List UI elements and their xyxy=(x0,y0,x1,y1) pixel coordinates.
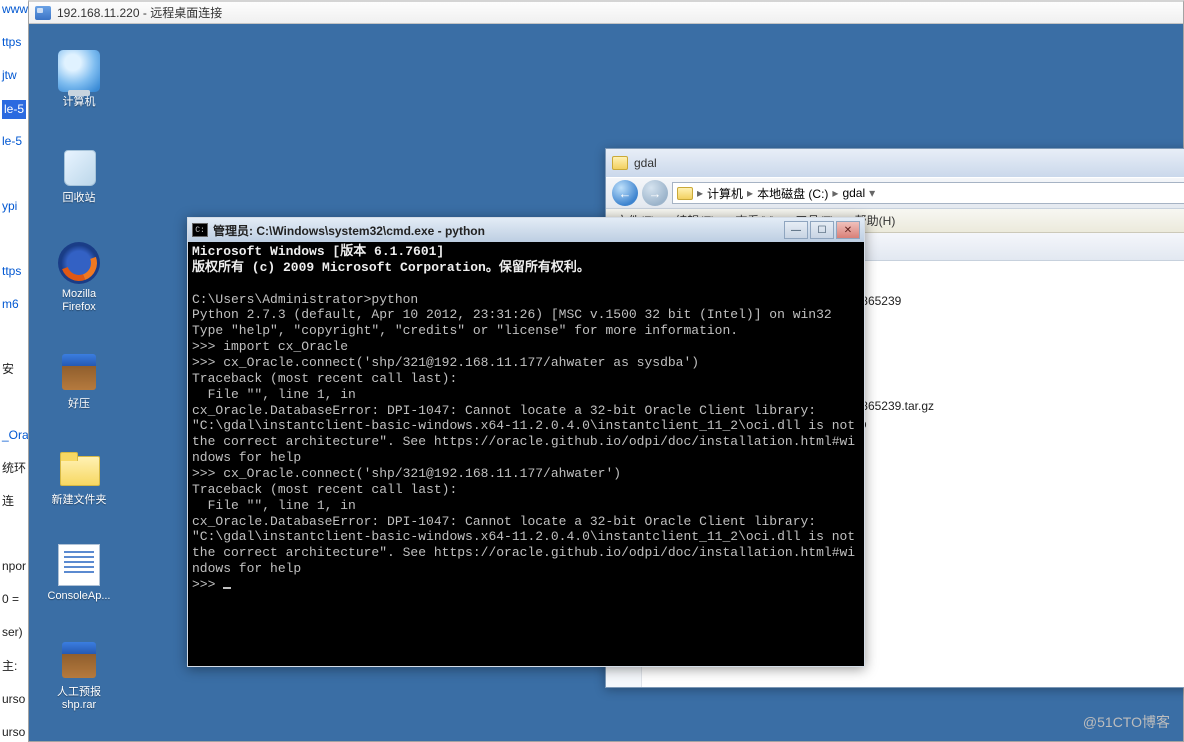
shp-rar-icon xyxy=(58,640,100,682)
nav-back-button[interactable]: ← xyxy=(612,180,638,206)
explorer-titlebar[interactable]: gdal xyxy=(606,149,1184,177)
icon-label: 新建文件夹 xyxy=(43,494,115,507)
rdp-title: 192.168.11.220 - 远程桌面连接 xyxy=(57,4,222,21)
folder-icon xyxy=(612,156,628,170)
desktop-icon-shp-rar[interactable]: 人工预报shp.rar xyxy=(43,640,115,712)
desktop-icon-firefox[interactable]: MozillaFirefox xyxy=(43,242,115,314)
watermark: @51CTO博客 xyxy=(1083,712,1170,732)
cmd-body[interactable]: Microsoft Windows [版本 6.1.7601] 版权所有 (c)… xyxy=(188,242,864,666)
icon-label: 计算机 xyxy=(43,96,115,109)
breadcrumb[interactable]: 计算机 xyxy=(707,185,743,202)
address-bar[interactable]: ▸ 计算机 ▸ 本地磁盘 (C:) ▸ gdal ▾ xyxy=(672,182,1184,204)
icon-label: ConsoleAp... xyxy=(43,590,115,603)
rdp-titlebar[interactable]: 192.168.11.220 - 远程桌面连接 xyxy=(29,2,1183,24)
left-bleed-column: wwwttpsjtwle-5le-5ypittpsm6安_Ora统环连npor0… xyxy=(0,0,30,742)
icon-label: MozillaFirefox xyxy=(43,288,115,314)
icon-label: 好压 xyxy=(43,398,115,411)
rdp-icon xyxy=(35,6,51,20)
icon-label: 人工预报shp.rar xyxy=(43,686,115,712)
cmd-titlebar[interactable]: C: 管理员: C:\Windows\system32\cmd.exe - py… xyxy=(188,218,864,242)
recycle-bin-icon xyxy=(58,146,100,188)
new-folder-icon xyxy=(58,448,100,490)
explorer-navbar: ← → ▸ 计算机 ▸ 本地磁盘 (C:) ▸ gdal ▾ xyxy=(606,177,1184,209)
console-ap-icon xyxy=(58,544,100,586)
remote-desktop[interactable]: gdal ← → ▸ 计算机 ▸ 本地磁盘 (C:) ▸ gdal ▾ 文件(F… xyxy=(29,24,1183,741)
icon-label: 回收站 xyxy=(43,192,115,205)
folder-icon xyxy=(677,187,693,200)
firefox-icon xyxy=(58,242,100,284)
desktop-icon-computer[interactable]: 计算机 xyxy=(43,50,115,109)
cmd-window[interactable]: C: 管理员: C:\Windows\system32\cmd.exe - py… xyxy=(187,217,865,667)
desktop-icon-recycle-bin[interactable]: 回收站 xyxy=(43,146,115,205)
maximize-button[interactable]: ☐ xyxy=(810,221,834,239)
close-button[interactable]: ✕ xyxy=(836,221,860,239)
desktop-icon-new-folder[interactable]: 新建文件夹 xyxy=(43,448,115,507)
desktop-icon-console-ap[interactable]: ConsoleAp... xyxy=(43,544,115,603)
rdp-window: 192.168.11.220 - 远程桌面连接 gdal ← → ▸ 计算机 ▸… xyxy=(28,0,1184,742)
cmd-title: 管理员: C:\Windows\system32\cmd.exe - pytho… xyxy=(213,222,784,239)
desktop-icon-haozip[interactable]: 好压 xyxy=(43,352,115,411)
computer-icon xyxy=(58,50,100,92)
cmd-icon: C: xyxy=(192,223,208,237)
minimize-button[interactable]: — xyxy=(784,221,808,239)
breadcrumb[interactable]: 本地磁盘 (C:) xyxy=(757,185,828,202)
breadcrumb[interactable]: gdal xyxy=(842,186,865,200)
haozip-icon xyxy=(58,352,100,394)
nav-forward-button[interactable]: → xyxy=(642,180,668,206)
explorer-title: gdal xyxy=(634,156,657,170)
